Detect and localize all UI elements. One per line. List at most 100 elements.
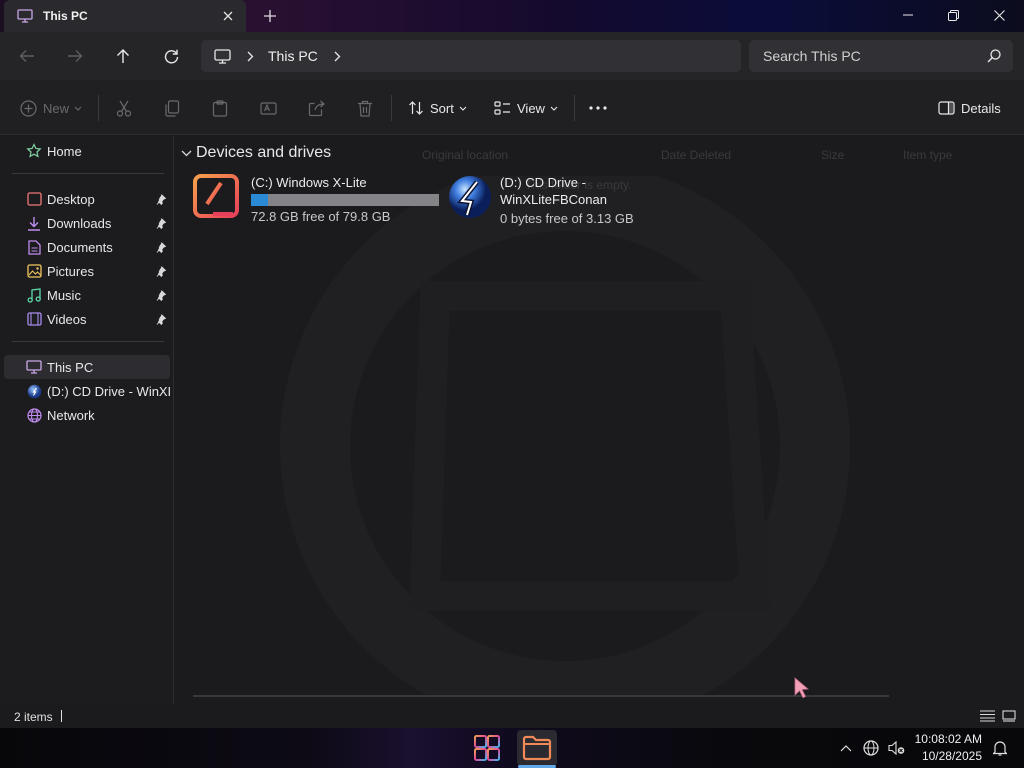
network-icon — [26, 407, 42, 423]
chevron-down-icon — [550, 106, 558, 111]
ghost-header: Size — [821, 148, 845, 162]
drive-item-c[interactable]: (C:) Windows X-Lite 72.8 GB free of 79.8… — [193, 174, 439, 224]
search-icon[interactable] — [987, 49, 1001, 63]
pin-icon[interactable] — [156, 289, 166, 301]
sidebar-item-music[interactable]: Music — [4, 283, 170, 307]
restore-button[interactable] — [930, 0, 976, 30]
sidebar-item-label: Documents — [47, 239, 113, 255]
sidebar-item-label: Home — [47, 143, 82, 159]
chevron-right-icon[interactable] — [334, 51, 341, 62]
rename-button[interactable] — [260, 94, 277, 122]
paste-button[interactable] — [212, 94, 228, 122]
drive-free-space: 0 bytes free of 3.13 GB — [500, 211, 634, 226]
sidebar-item-label: Videos — [47, 311, 87, 327]
sidebar-item-cd-drive[interactable]: (D:) CD Drive - WinXLiteFBConan — [4, 379, 170, 403]
pin-icon[interactable] — [156, 313, 166, 325]
chevron-down-icon — [459, 106, 467, 111]
minimize-button[interactable] — [885, 0, 931, 30]
large-icons-view-button[interactable] — [1000, 708, 1018, 724]
tab-this-pc[interactable]: This PC — [4, 0, 246, 32]
sidebar-item-documents[interactable]: Documents — [4, 235, 170, 259]
pin-icon[interactable] — [156, 241, 166, 253]
new-button[interactable]: New — [20, 94, 82, 122]
content-area[interactable]: Original location Date Deleted Size Item… — [175, 136, 1024, 704]
copy-button[interactable] — [164, 94, 180, 122]
sidebar-item-videos[interactable]: Videos — [4, 307, 170, 331]
more-options-button[interactable] — [589, 94, 607, 122]
group-header-devices[interactable]: Devices and drives — [181, 144, 331, 162]
details-label: Details — [961, 100, 1001, 116]
title-bar: This PC — [0, 0, 1024, 32]
notifications-bell-icon[interactable] — [991, 739, 1009, 757]
forward-button[interactable] — [58, 40, 92, 72]
drive-item-d[interactable]: (D:) CD Drive - WinXLiteFBConan 0 bytes … — [447, 174, 634, 226]
ghost-header: Item type — [903, 148, 953, 162]
pin-icon[interactable] — [156, 193, 166, 205]
close-tab-button[interactable] — [214, 2, 242, 30]
more-icon — [589, 106, 607, 110]
details-button[interactable]: Details — [938, 94, 1001, 122]
up-button[interactable] — [106, 40, 140, 72]
view-list-icon — [494, 100, 511, 116]
ghost-header: Original location — [422, 148, 509, 162]
share-icon — [308, 100, 325, 117]
this-pc-icon — [26, 359, 42, 375]
search-box[interactable] — [749, 40, 1013, 72]
sidebar-item-label: Downloads — [47, 215, 112, 231]
music-icon — [26, 287, 42, 303]
view-label: View — [517, 100, 545, 116]
cut-button[interactable] — [116, 94, 132, 122]
horizontal-scrollbar[interactable] — [193, 695, 889, 697]
network-globe-icon[interactable] — [862, 739, 880, 757]
scissors-icon — [116, 100, 132, 117]
pin-icon[interactable] — [156, 217, 166, 229]
details-pane-icon — [938, 101, 955, 115]
drive-label-line2: WinXLiteFBConan — [500, 192, 607, 207]
sidebar-item-desktop[interactable]: Desktop — [4, 187, 170, 211]
item-count: 2 items — [14, 710, 53, 724]
search-input[interactable] — [763, 48, 973, 64]
drive-free-space: 72.8 GB free of 79.8 GB — [251, 209, 391, 224]
chevron-right-icon[interactable] — [247, 51, 254, 62]
clock[interactable]: 10:08:02 AM 10/28/2025 — [908, 731, 982, 765]
copy-icon — [164, 99, 180, 117]
navigation-pane: Home Desktop Downloads Documents Picture… — [0, 136, 174, 704]
sidebar-item-home[interactable]: Home — [4, 139, 170, 163]
drive-label-line1: (D:) CD Drive - — [500, 175, 586, 190]
address-bar[interactable]: This PC — [201, 40, 741, 72]
file-explorer-taskbar-button[interactable] — [517, 730, 557, 766]
toolbar-divider — [574, 95, 575, 121]
cd-disc-icon — [447, 174, 499, 222]
back-button[interactable] — [10, 40, 44, 72]
sidebar-item-downloads[interactable]: Downloads — [4, 211, 170, 235]
delete-button[interactable] — [357, 94, 373, 122]
taskbar: 10:08:02 AM 10/28/2025 — [0, 728, 1024, 768]
refresh-button[interactable] — [154, 40, 188, 72]
volume-muted-icon[interactable] — [887, 739, 905, 757]
show-hidden-icons-button[interactable] — [837, 739, 855, 757]
sidebar-item-label: Network — [47, 407, 95, 423]
share-button[interactable] — [308, 94, 325, 122]
tab-title: This PC — [43, 9, 88, 23]
documents-icon — [26, 239, 42, 255]
drive-usage-bar — [251, 194, 439, 206]
plus-circle-icon — [20, 99, 37, 117]
breadcrumb-this-pc[interactable]: This PC — [268, 48, 318, 64]
status-divider — [61, 710, 62, 722]
new-tab-button[interactable] — [256, 3, 284, 29]
sort-button[interactable]: Sort — [408, 94, 467, 122]
sidebar-item-pictures[interactable]: Pictures — [4, 259, 170, 283]
sidebar-item-network[interactable]: Network — [4, 403, 170, 427]
ghost-header: Date Deleted — [661, 148, 732, 162]
folder-icon — [522, 735, 552, 761]
close-window-button[interactable] — [976, 0, 1022, 30]
pin-icon[interactable] — [156, 265, 166, 277]
new-label: New — [43, 100, 70, 116]
sidebar-item-this-pc[interactable]: This PC — [4, 355, 170, 379]
sidebar-item-label: (D:) CD Drive - WinXLiteFBConan — [47, 383, 170, 399]
sidebar-item-label: Pictures — [47, 263, 94, 279]
start-button[interactable] — [467, 730, 507, 766]
pictures-icon — [26, 263, 42, 279]
details-view-button[interactable] — [978, 708, 996, 724]
view-button[interactable]: View — [494, 94, 558, 122]
